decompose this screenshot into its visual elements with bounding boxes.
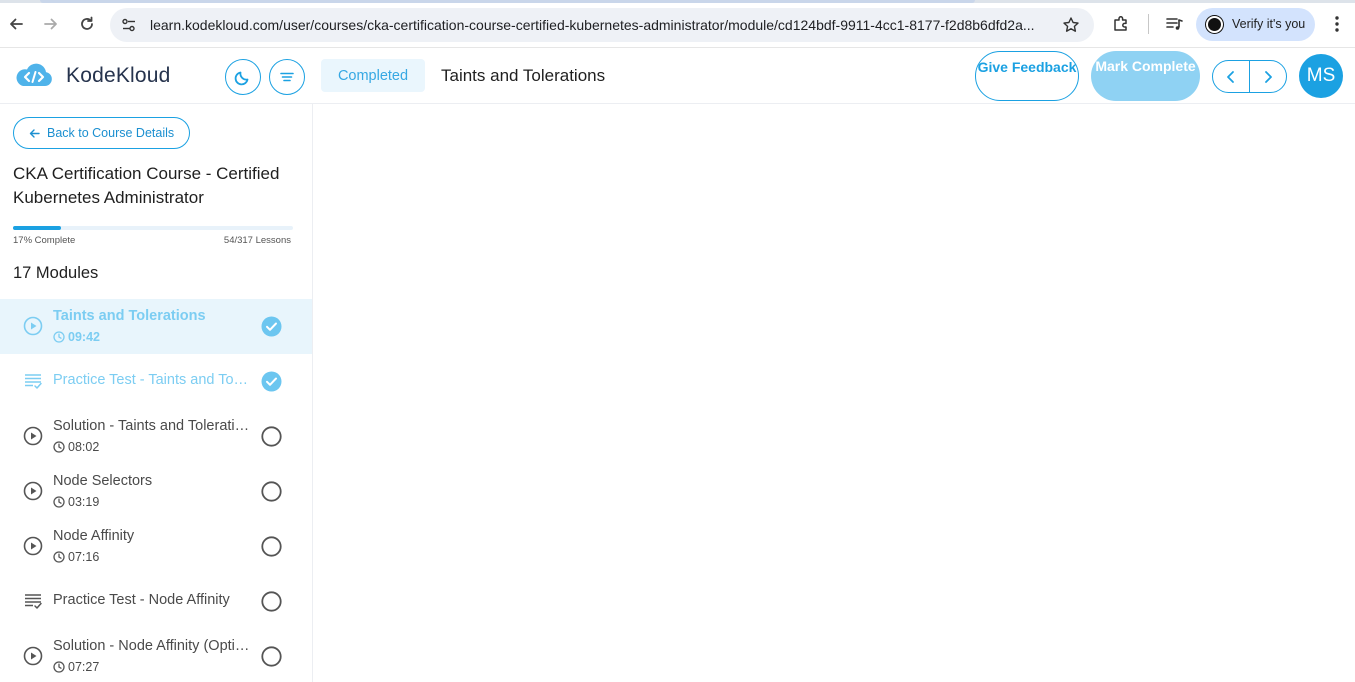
extensions-icon[interactable] (1108, 11, 1134, 37)
progress-percent-text: 17% Complete (13, 235, 76, 246)
modules-count: 17 Modules (13, 264, 99, 282)
forward-arrow-icon[interactable] (38, 11, 64, 37)
sidebar-menu-button[interactable] (269, 59, 305, 95)
play-circle-icon (23, 646, 43, 666)
url-text[interactable]: learn.kodekloud.com/user/courses/cka-cer… (150, 17, 1060, 33)
dark-mode-toggle[interactable] (225, 59, 261, 95)
tab-strip (0, 0, 1355, 3)
back-to-course-button[interactable]: Back to Course Details (13, 117, 190, 149)
lesson-duration: 07:16 (53, 550, 99, 564)
lesson-item[interactable]: Solution - Node Affinity (Optional) 07:27 (0, 629, 312, 682)
browser-menu-icon[interactable] (1324, 11, 1350, 37)
lesson-title: Practice Test - Taints and Tolerations (53, 372, 251, 388)
course-progress-bar (13, 226, 293, 230)
back-button-label: Back to Course Details (47, 126, 175, 140)
give-feedback-button[interactable]: Give Feedback (975, 51, 1079, 101)
practice-test-icon (23, 591, 43, 611)
lesson-item[interactable]: Practice Test - Taints and Tolerations (0, 354, 312, 409)
lesson-duration: 09:42 (53, 330, 100, 344)
lesson-item[interactable]: Node Affinity 07:16 (0, 519, 312, 574)
lesson-item[interactable]: Solution - Taints and Tolerations 08:02 (0, 409, 312, 464)
page-title: Taints and Tolerations (441, 66, 606, 85)
lesson-title: Taints and Tolerations (53, 308, 206, 324)
completed-check-icon[interactable] (261, 316, 282, 337)
arrow-left-icon (29, 128, 40, 138)
incomplete-circle-icon[interactable] (261, 536, 282, 557)
next-lesson-button[interactable] (1250, 61, 1287, 92)
clock-icon (53, 441, 65, 453)
lessons-count-text: 54/317 Lessons (223, 235, 291, 246)
reload-icon[interactable] (74, 11, 100, 37)
play-circle-icon (23, 316, 43, 336)
incomplete-circle-icon[interactable] (261, 591, 282, 612)
media-control-icon[interactable] (1161, 11, 1187, 37)
lesson-title: Node Selectors (53, 473, 153, 489)
practice-test-icon (23, 371, 43, 391)
lesson-title: Node Affinity (53, 528, 135, 544)
lesson-item[interactable]: Node Selectors 03:19 (0, 464, 312, 519)
lesson-item[interactable]: Practice Test - Node Affinity (0, 574, 312, 629)
back-arrow-icon[interactable] (3, 11, 29, 37)
brand-name[interactable]: KodeKloud (66, 64, 171, 88)
lesson-duration-text: 07:16 (68, 550, 100, 564)
completion-status-badge: Completed (321, 59, 425, 92)
moon-icon (234, 71, 249, 86)
completed-check-icon[interactable] (261, 371, 282, 392)
lesson-duration: 07:27 (53, 660, 99, 674)
user-avatar[interactable]: MS (1299, 54, 1343, 98)
toolbar-divider (1148, 14, 1149, 34)
play-circle-icon (23, 426, 43, 446)
lesson-duration: 08:02 (53, 440, 99, 454)
chevron-right-icon (1264, 70, 1272, 83)
previous-lesson-button[interactable] (1213, 61, 1250, 92)
incomplete-circle-icon[interactable] (261, 426, 282, 447)
lesson-title: Solution - Node Affinity (Optional) (53, 638, 251, 654)
lesson-navigation (1212, 60, 1287, 93)
play-circle-icon (23, 536, 43, 556)
course-sidebar: Back to Course Details CKA Certification… (0, 104, 313, 682)
lesson-title: Practice Test - Node Affinity (53, 592, 230, 608)
lesson-duration-text: 03:19 (68, 495, 100, 509)
site-settings-icon[interactable] (120, 16, 138, 34)
lesson-duration-text: 07:27 (68, 660, 100, 674)
bookmark-star-icon[interactable] (1062, 16, 1080, 34)
incomplete-circle-icon[interactable] (261, 481, 282, 502)
course-title: CKA Certification Course - Certified Kub… (13, 164, 280, 207)
verify-label: Verify it's you (1232, 17, 1306, 31)
browser-toolbar: learn.kodekloud.com/user/courses/cka-cer… (0, 0, 1355, 48)
verify-identity-chip[interactable]: Verify it's you (1196, 8, 1315, 41)
lesson-duration: 03:19 (53, 495, 99, 509)
mark-complete-button[interactable]: Mark Complete (1091, 51, 1200, 101)
course-progress-fill (13, 226, 61, 230)
address-bar[interactable]: learn.kodekloud.com/user/courses/cka-cer… (110, 8, 1094, 42)
clock-icon (53, 331, 65, 343)
profile-icon (1206, 16, 1223, 33)
kodekloud-logo-icon[interactable] (14, 62, 54, 90)
lesson-item[interactable]: Taints and Tolerations 09:42 (0, 299, 312, 354)
menu-lines-icon (280, 72, 294, 82)
lesson-content-area (313, 104, 1355, 682)
incomplete-circle-icon[interactable] (261, 646, 282, 667)
play-circle-icon (23, 481, 43, 501)
clock-icon (53, 661, 65, 673)
lesson-duration-text: 09:42 (68, 330, 100, 344)
app-header: KodeKloud Completed Taints and Toleratio… (0, 48, 1355, 104)
lesson-title: Solution - Taints and Tolerations (53, 418, 251, 434)
clock-icon (53, 496, 65, 508)
clock-icon (53, 551, 65, 563)
chevron-left-icon (1226, 70, 1234, 83)
lesson-duration-text: 08:02 (68, 440, 100, 454)
